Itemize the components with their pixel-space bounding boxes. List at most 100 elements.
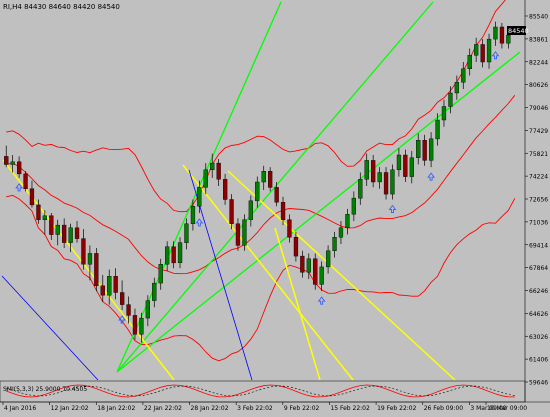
time-label: 15 Feb 22:02 [330, 405, 370, 412]
candle-body [164, 246, 170, 265]
candle-body [145, 300, 150, 319]
candle-body [480, 44, 485, 63]
price-label: 59646 [529, 380, 548, 387]
price-label: 74224 [529, 174, 548, 181]
candle-body [139, 317, 144, 335]
candle-body [62, 224, 67, 243]
time-label: 4 Jan 2016 [4, 405, 36, 412]
candle-body [49, 215, 54, 235]
price-label: 72656 [529, 197, 548, 204]
candle-body [242, 219, 247, 246]
candle-body [506, 34, 511, 44]
candle-body [177, 242, 183, 264]
candle-body [293, 236, 299, 257]
candle-body [152, 282, 157, 301]
candle-body [126, 304, 131, 316]
price-label: 83861 [529, 36, 548, 43]
candle-body [474, 44, 479, 56]
chart-background [0, 0, 550, 413]
candle-body [248, 200, 253, 220]
candle-body [332, 236, 337, 251]
candle-body [338, 227, 344, 238]
price-label: 61406 [529, 357, 548, 364]
candle-body [390, 169, 395, 195]
candle-body [364, 160, 369, 180]
candle-body [326, 250, 331, 268]
candle-body [36, 204, 41, 220]
candle-body [119, 292, 125, 305]
candle-body [377, 172, 382, 183]
time-label: 26 Feb 09:00 [424, 405, 464, 412]
candle-body [74, 227, 80, 239]
candle-body [171, 246, 176, 264]
candle-body [422, 139, 427, 161]
candle-body [429, 138, 434, 161]
candle-body [158, 264, 163, 284]
candle [242, 214, 247, 251]
candle-body [274, 187, 279, 203]
candle-body [23, 173, 28, 189]
candle-body [306, 258, 311, 273]
candle-body [113, 276, 118, 293]
candle-body [268, 170, 273, 188]
candle-body [190, 205, 196, 224]
time-label: 12 Jan 22:02 [51, 405, 89, 412]
price-label: 80626 [529, 82, 548, 89]
price-label: 77429 [529, 128, 548, 135]
candle-body [184, 223, 189, 243]
candle-body [409, 157, 414, 177]
candle-body [358, 179, 363, 199]
candle-body [280, 201, 286, 220]
candle-body [371, 160, 376, 183]
current-price-tag: 84540 [507, 26, 529, 35]
time-label: 22 Jan 22:02 [144, 405, 182, 412]
candle-body [467, 55, 472, 69]
candle-body [493, 26, 498, 40]
candle-body [203, 169, 208, 188]
candle-body [416, 139, 421, 158]
candle [229, 194, 234, 230]
time-label: 18 Jan 22:02 [97, 405, 135, 412]
candle-body [313, 258, 318, 285]
time-label: 28 Jan 22:02 [191, 405, 229, 412]
candle-body [210, 162, 215, 171]
price-chart[interactable]: SMI(5,3,3) 25.9000 70.4505 85540 83861 822… [0, 0, 550, 413]
candle-body [222, 179, 228, 200]
candle-body [197, 187, 202, 207]
candle-body [345, 214, 350, 229]
candle [390, 164, 395, 200]
price-label: 82244 [529, 59, 548, 66]
candle-body [435, 119, 440, 140]
candle-body [396, 154, 402, 171]
time-label: 9 Feb 22:02 [284, 405, 320, 412]
candle-body [229, 199, 234, 224]
candle-body [235, 223, 241, 246]
chart-header: RI,H4 84430 84640 84420 84540 [3, 3, 120, 11]
candle-body [261, 170, 266, 183]
candle-body [287, 219, 292, 238]
candle-body [441, 106, 447, 121]
current-price-label: 84540 [508, 27, 529, 35]
candle-body [29, 188, 35, 206]
price-label: 71036 [529, 219, 548, 226]
candle-body [87, 253, 93, 265]
price-label: 75821 [529, 151, 548, 158]
candle-body [94, 253, 99, 286]
candle-body [486, 38, 492, 63]
candle [94, 248, 99, 292]
candle-body [351, 197, 356, 215]
price-label: 63026 [529, 334, 548, 341]
candle-body [319, 266, 324, 285]
price-label: 64626 [529, 311, 548, 318]
price-label: 69414 [529, 242, 548, 249]
candle-body [132, 315, 138, 335]
chart-window[interactable]: SMI(5,3,3) 25.9000 70.4505 85540 83861 822… [0, 0, 550, 413]
candle-body [216, 162, 221, 180]
candle-body [499, 26, 505, 44]
candle-body [68, 227, 73, 243]
candle-body [10, 161, 15, 165]
time-label: 3 Feb 22:02 [237, 405, 273, 412]
candle [313, 253, 318, 290]
time-label: 19 Feb 22:02 [377, 405, 417, 412]
candle-body [4, 156, 9, 165]
